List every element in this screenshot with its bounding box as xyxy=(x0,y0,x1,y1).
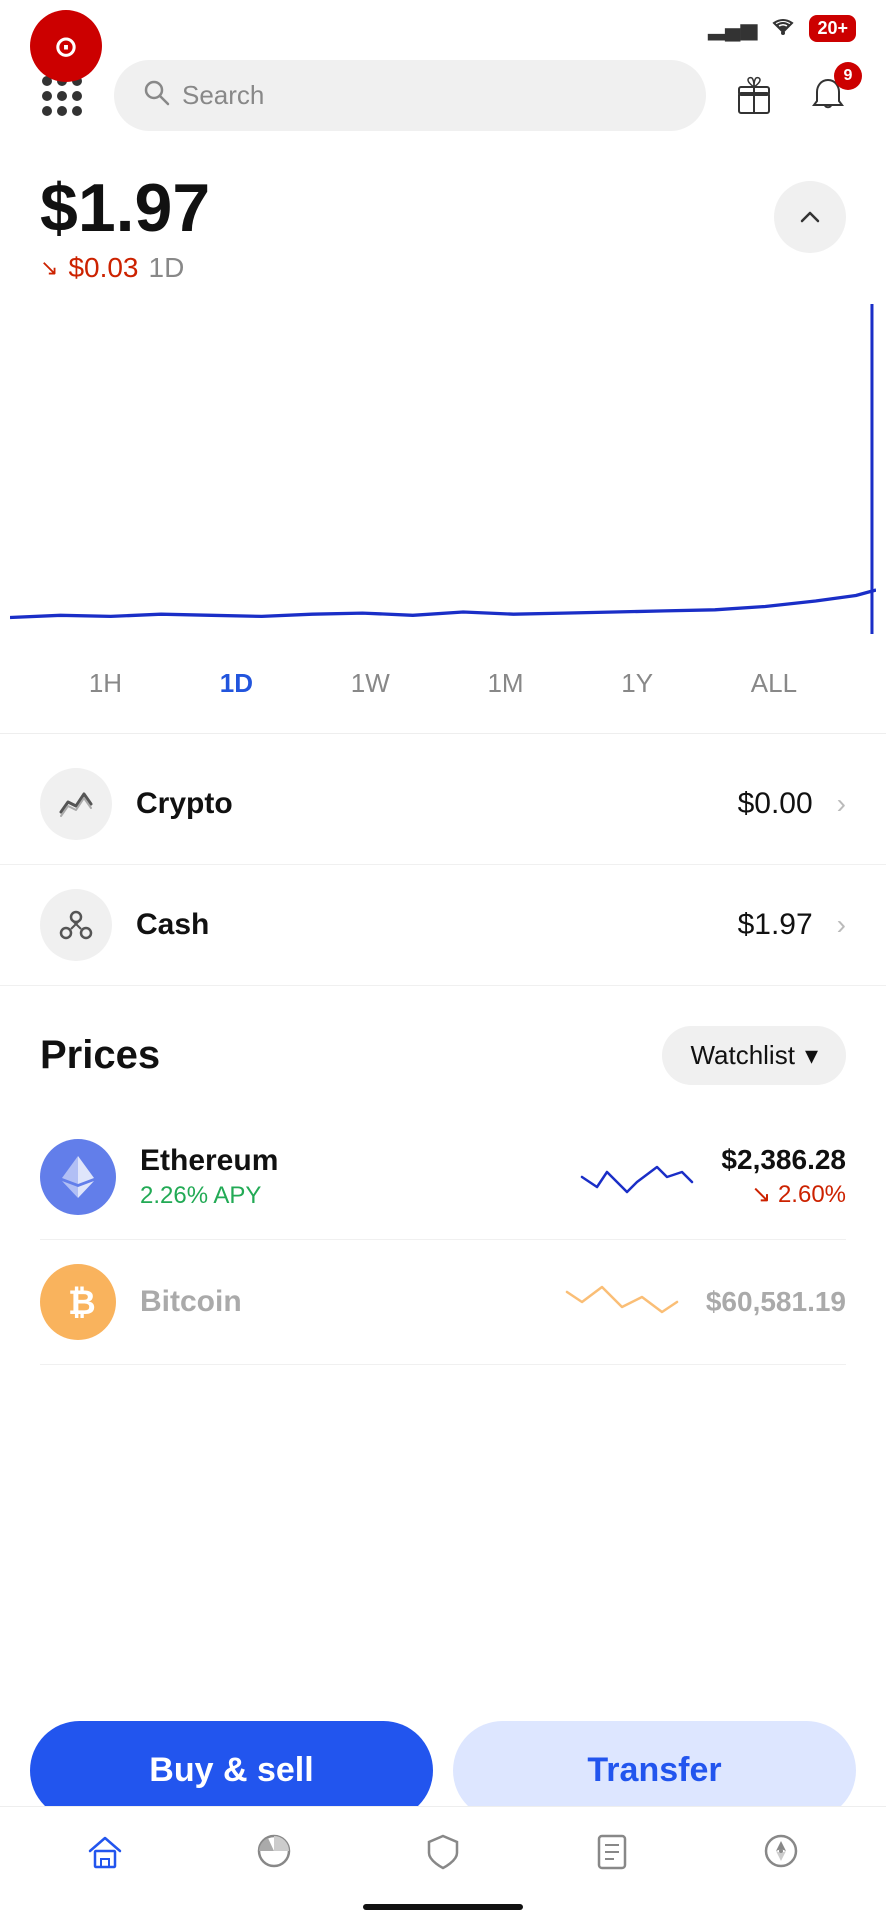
ethereum-change: ↘ 2.60% xyxy=(721,1180,846,1209)
notification-button[interactable]: 9 xyxy=(800,68,856,124)
bottom-nav xyxy=(0,1806,886,1920)
top-nav: Search 9 xyxy=(0,50,886,151)
change-direction-icon: ↘ xyxy=(40,255,58,281)
app-logo: ⊙ xyxy=(30,10,102,82)
home-indicator xyxy=(363,1904,523,1910)
compass-icon xyxy=(761,1831,801,1880)
search-icon xyxy=(142,78,170,113)
cash-holding-name: Cash xyxy=(136,908,714,942)
cash-chevron-icon: › xyxy=(837,909,846,941)
prices-header: Prices Watchlist ▾ xyxy=(40,1026,846,1085)
status-bar: ⊙ ▂▄▅ 20+ xyxy=(0,0,886,50)
time-filter-1w[interactable]: 1W xyxy=(335,660,406,707)
nav-activity[interactable] xyxy=(572,1821,652,1890)
svg-text:₿: ₿ xyxy=(68,1284,96,1322)
nav-icon-group: 9 xyxy=(726,68,856,124)
bitcoin-list-item[interactable]: ₿ Bitcoin $60,581.19 xyxy=(40,1240,846,1365)
signal-icon: ▂▄▅ xyxy=(708,15,757,41)
cash-holding-value: $1.97 xyxy=(738,908,813,942)
bitcoin-info: Bitcoin xyxy=(140,1285,538,1319)
holdings-section: Crypto $0.00 › Cash $1.97 › xyxy=(0,734,886,996)
crypto-holding-item[interactable]: Crypto $0.00 › xyxy=(0,744,886,865)
nav-security[interactable] xyxy=(403,1821,483,1890)
portfolio-change: ↘ $0.03 1D xyxy=(40,252,210,284)
nav-discover[interactable] xyxy=(741,1821,821,1890)
nav-portfolio[interactable] xyxy=(234,1821,314,1890)
portfolio-value: $1.97 xyxy=(40,171,210,246)
crypto-holding-value: $0.00 xyxy=(738,787,813,821)
cash-icon xyxy=(40,889,112,961)
price-chart xyxy=(0,294,886,634)
portfolio-section: $1.97 ↘ $0.03 1D xyxy=(0,151,886,294)
crypto-chevron-icon: › xyxy=(837,788,846,820)
search-placeholder-text: Search xyxy=(182,80,264,111)
notification-count-badge: 9 xyxy=(834,62,862,90)
change-period: 1D xyxy=(149,252,185,284)
bitcoin-prices: $60,581.19 xyxy=(706,1286,846,1318)
ethereum-name: Ethereum xyxy=(140,1144,553,1178)
watchlist-chevron-icon: ▾ xyxy=(805,1040,818,1071)
ethereum-sparkline xyxy=(577,1147,697,1207)
bitcoin-logo: ₿ xyxy=(40,1264,116,1340)
crypto-holding-name: Crypto xyxy=(136,787,714,821)
nav-home[interactable] xyxy=(65,1821,145,1890)
bitcoin-sparkline xyxy=(562,1272,682,1332)
time-filter-1y[interactable]: 1Y xyxy=(605,660,669,707)
home-icon xyxy=(85,1831,125,1880)
collapse-button[interactable] xyxy=(774,181,846,253)
ethereum-logo xyxy=(40,1139,116,1215)
watchlist-button[interactable]: Watchlist ▾ xyxy=(662,1026,846,1085)
battery-indicator: 20+ xyxy=(809,15,856,42)
cash-holding-item[interactable]: Cash $1.97 › xyxy=(0,865,886,986)
gift-button[interactable] xyxy=(726,68,782,124)
ethereum-price: $2,386.28 xyxy=(721,1144,846,1176)
watchlist-label: Watchlist xyxy=(690,1040,795,1071)
change-amount: $0.03 xyxy=(68,252,138,284)
portfolio-icon xyxy=(254,1831,294,1880)
time-filter-bar: 1H 1D 1W 1M 1Y ALL xyxy=(0,634,886,734)
bitcoin-price: $60,581.19 xyxy=(706,1286,846,1318)
target-logo-icon: ⊙ xyxy=(30,10,102,82)
ethereum-prices: $2,386.28 ↘ 2.60% xyxy=(721,1144,846,1209)
prices-section: Prices Watchlist ▾ Ethereum 2.26% APY $2… xyxy=(0,996,886,1385)
time-filter-all[interactable]: ALL xyxy=(735,660,813,707)
activity-icon xyxy=(592,1831,632,1880)
prices-title: Prices xyxy=(40,1033,160,1078)
bitcoin-name: Bitcoin xyxy=(140,1285,538,1319)
ethereum-list-item[interactable]: Ethereum 2.26% APY $2,386.28 ↘ 2.60% xyxy=(40,1115,846,1240)
crypto-icon xyxy=(40,768,112,840)
time-filter-1d[interactable]: 1D xyxy=(204,660,269,707)
wifi-icon xyxy=(769,14,797,42)
shield-icon xyxy=(423,1831,463,1880)
ethereum-apy: 2.26% APY xyxy=(140,1182,553,1210)
search-bar[interactable]: Search xyxy=(114,60,706,131)
time-filter-1m[interactable]: 1M xyxy=(471,660,539,707)
time-filter-1h[interactable]: 1H xyxy=(73,660,138,707)
ethereum-info: Ethereum 2.26% APY xyxy=(140,1144,553,1210)
